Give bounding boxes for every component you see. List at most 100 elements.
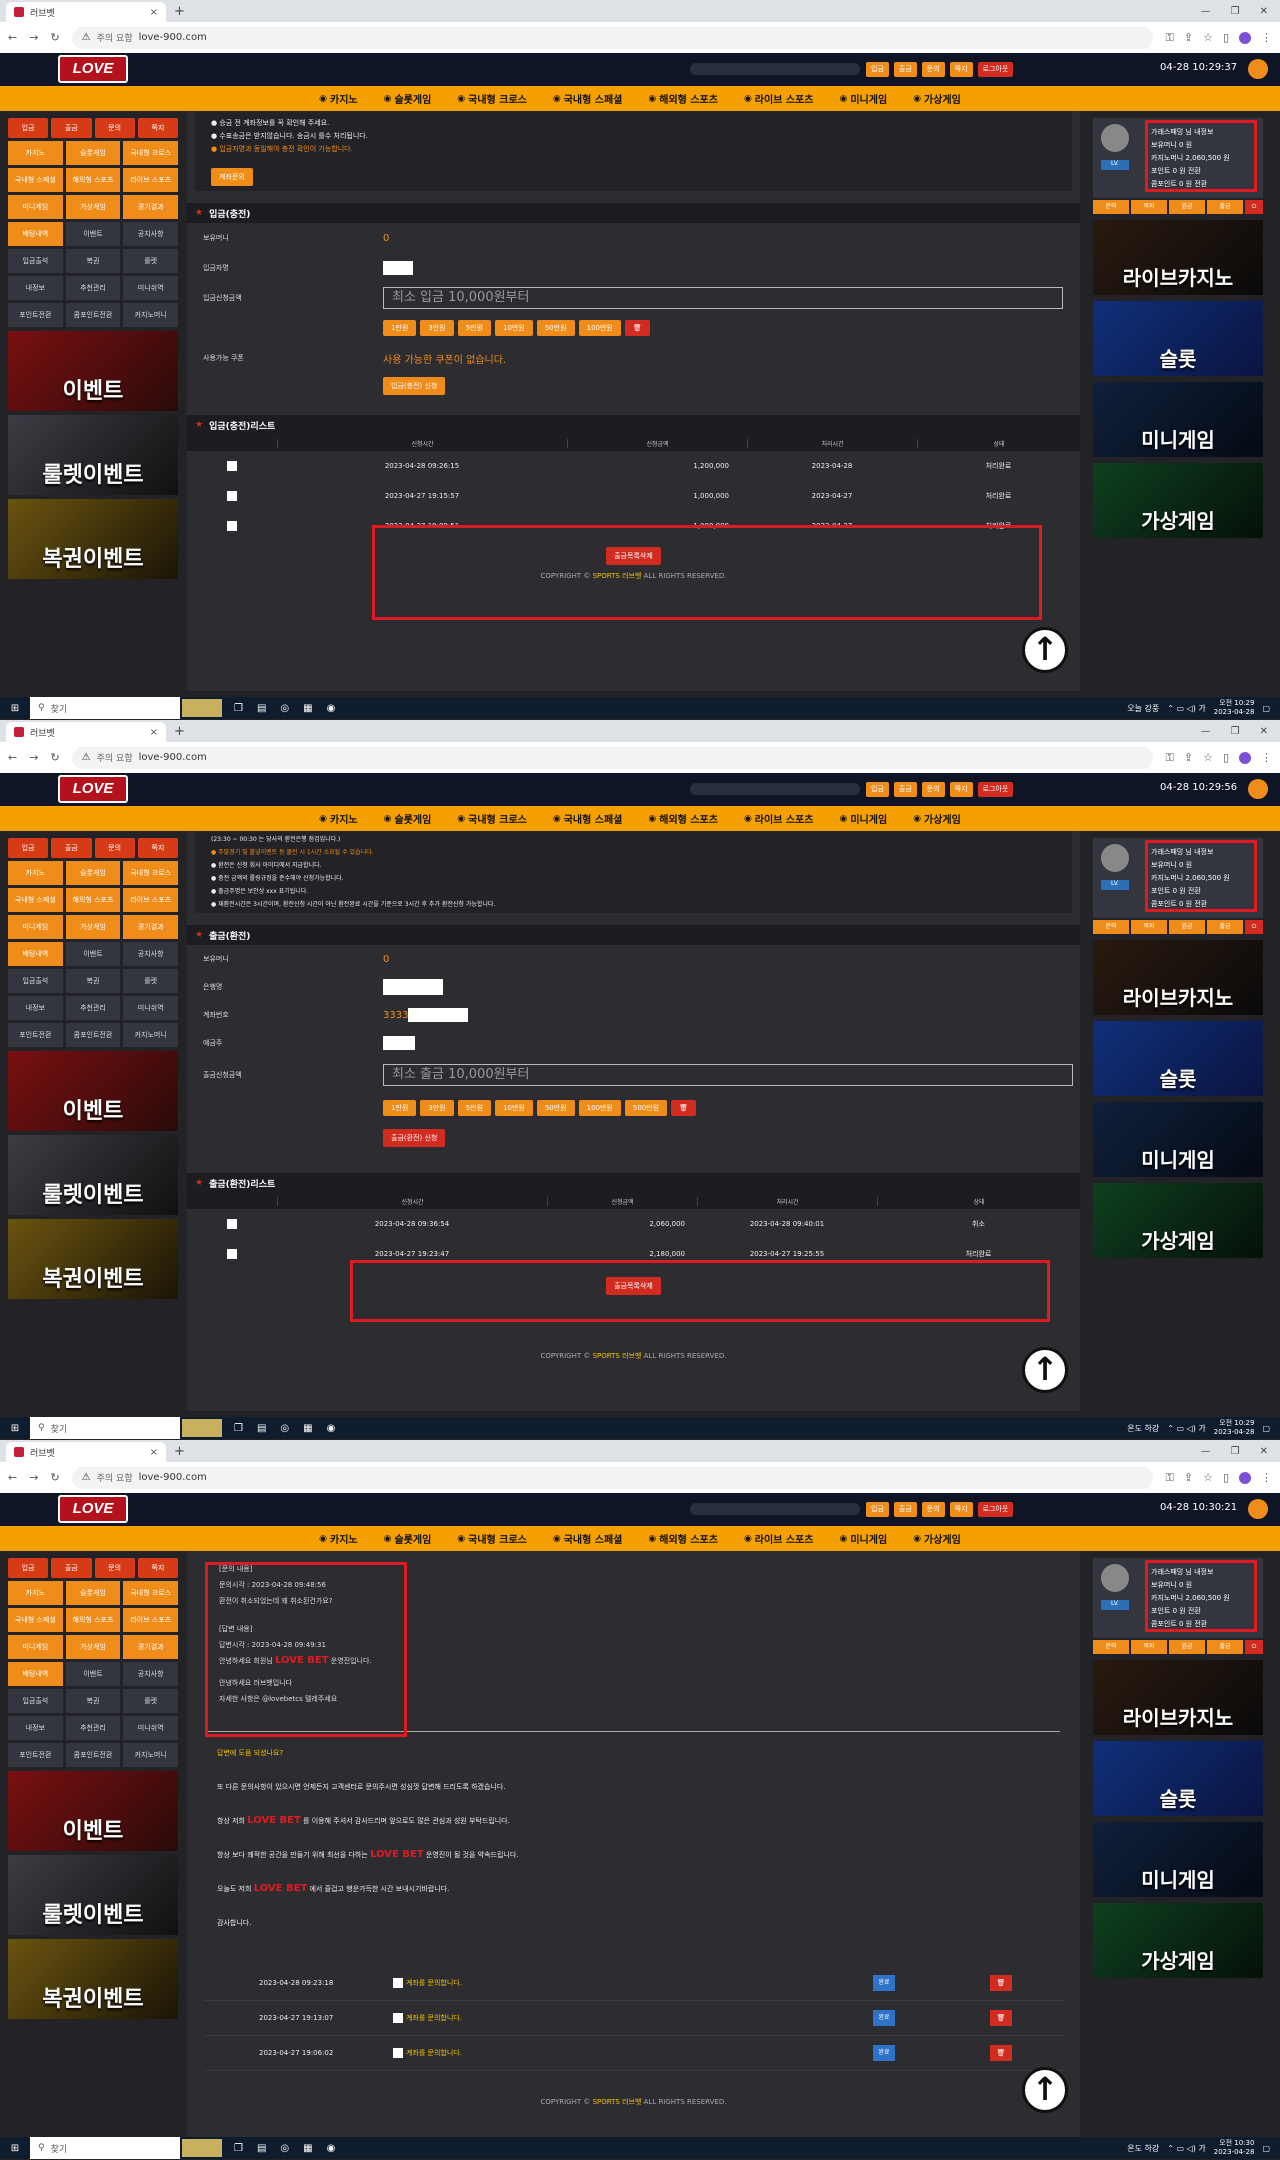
inquiry-checkbox[interactable] xyxy=(393,1978,403,1988)
header-button-2[interactable]: 문의 xyxy=(921,1502,945,1517)
user-button-1[interactable]: 쪽지 xyxy=(1131,920,1167,934)
windows-start-icon[interactable]: ⊞ xyxy=(0,703,30,714)
side-menu-item-3[interactable]: 국내형 스페셜 xyxy=(8,888,63,912)
new-tab-button[interactable]: + xyxy=(174,2,185,22)
key-icon[interactable]: ⚿ xyxy=(1165,751,1173,765)
power-icon[interactable]: ⏻ xyxy=(1245,1640,1263,1654)
side-menu-item-16[interactable]: 추천관리 xyxy=(65,1716,121,1740)
user-button-0[interactable]: 문의 xyxy=(1093,1640,1129,1654)
header-search-bar[interactable] xyxy=(690,63,860,75)
side-menu-item-19[interactable]: 콤포인트전환 xyxy=(65,1023,121,1047)
nav-item-6[interactable]: ◉ 미니게임 xyxy=(833,1531,893,1547)
bookmark-star-icon[interactable]: ☆ xyxy=(1203,751,1213,764)
inquiry-row[interactable]: 2023-04-28 09:23:18 계좌를 문의합니다. 완료 🗑 xyxy=(203,1966,1064,2001)
side-menu-item-2[interactable]: 국내형 크로스 xyxy=(123,1581,178,1605)
header-button-1[interactable]: 출금 xyxy=(893,62,917,77)
logout-button[interactable]: 로그아웃 xyxy=(977,62,1014,77)
game-banner-0[interactable]: 라이브카지노 xyxy=(1093,220,1263,295)
key-icon[interactable]: ⚿ xyxy=(1165,31,1173,45)
quick-button-0[interactable]: 입금 xyxy=(8,118,49,138)
user-button-3[interactable]: 출금 xyxy=(1207,200,1243,214)
amount-button-3[interactable]: 10만원 xyxy=(495,320,533,336)
task-view-icon[interactable]: ❐ xyxy=(234,703,243,714)
side-menu-item-0[interactable]: 카지노 xyxy=(8,1581,63,1605)
logout-button[interactable]: 로그아웃 xyxy=(977,782,1014,797)
explorer-icon[interactable]: ▤ xyxy=(257,1423,266,1434)
minimize-button[interactable]: — xyxy=(1201,6,1211,17)
header-button-1[interactable]: 출금 xyxy=(893,1502,917,1517)
power-icon[interactable]: ⏻ xyxy=(1245,920,1263,934)
delete-inquiry-icon[interactable]: 🗑 xyxy=(990,1975,1012,1991)
delete-inquiry-icon[interactable]: 🗑 xyxy=(990,2045,1012,2061)
explorer-icon[interactable]: ▤ xyxy=(257,703,266,714)
side-menu-item-15[interactable]: 내정보 xyxy=(8,276,63,300)
side-menu-item-8[interactable]: 경기결과 xyxy=(123,1635,178,1659)
nav-item-3[interactable]: ◉ 국내형 스페셜 xyxy=(547,811,629,827)
header-button-2[interactable]: 문의 xyxy=(921,782,945,797)
side-menu-item-9[interactable]: 배팅내역 xyxy=(8,222,63,246)
nav-item-1[interactable]: ◉ 슬롯게임 xyxy=(378,811,438,827)
inquiry-row[interactable]: 2023-04-27 19:13:07 계좌를 문의합니다. 완료 🗑 xyxy=(203,2001,1064,2036)
side-menu-item-6[interactable]: 미니게임 xyxy=(8,915,63,939)
forward-icon[interactable]: → xyxy=(29,1471,38,1484)
power-icon[interactable]: ⏻ xyxy=(1245,200,1263,214)
amount-button-4[interactable]: 50만원 xyxy=(536,1100,575,1116)
menu-dots-icon[interactable]: ⋮ xyxy=(1261,1471,1272,1484)
close-window-button[interactable]: ✕ xyxy=(1260,6,1268,17)
event-banner-1[interactable]: 룰렛이벤트 xyxy=(8,415,178,495)
side-menu-item-11[interactable]: 공지사항 xyxy=(123,942,178,966)
quick-button-1[interactable]: 출금 xyxy=(51,838,92,858)
maximize-button[interactable]: ❐ xyxy=(1231,1446,1240,1457)
row-checkbox[interactable] xyxy=(227,461,237,471)
share-icon[interactable]: ⇪ xyxy=(1184,1471,1193,1484)
share-icon[interactable]: ⇪ xyxy=(1184,31,1193,44)
game-banner-2[interactable]: 미니게임 xyxy=(1093,1822,1263,1897)
user-button-2[interactable]: 입금 xyxy=(1169,1640,1205,1654)
side-menu-item-12[interactable]: 입금출석 xyxy=(8,249,63,273)
side-menu-item-14[interactable]: 룰렛 xyxy=(123,1689,178,1713)
nav-item-0[interactable]: ◉ 카지노 xyxy=(313,91,363,107)
side-menu-item-10[interactable]: 이벤트 xyxy=(65,222,121,246)
side-menu-item-16[interactable]: 추천관리 xyxy=(65,276,121,300)
side-menu-item-20[interactable]: 카지노머니 xyxy=(123,1743,178,1767)
side-menu-item-12[interactable]: 입금출석 xyxy=(8,969,63,993)
profile-avatar[interactable] xyxy=(1239,1471,1251,1484)
side-menu-item-15[interactable]: 내정보 xyxy=(8,996,63,1020)
amount-button-2[interactable]: 5만원 xyxy=(457,1100,492,1116)
quick-button-2[interactable]: 문의 xyxy=(94,1558,135,1578)
side-menu-item-4[interactable]: 해외형 스포츠 xyxy=(65,888,121,912)
side-menu-item-18[interactable]: 포인트전환 xyxy=(8,1743,63,1767)
amount-button-1[interactable]: 3만원 xyxy=(420,320,454,336)
row-checkbox[interactable] xyxy=(227,491,237,501)
nav-item-2[interactable]: ◉ 국내형 크로스 xyxy=(451,1531,533,1547)
side-menu-item-11[interactable]: 공지사항 xyxy=(123,1662,178,1686)
chrome-icon[interactable]: ◎ xyxy=(280,1423,289,1434)
header-button-1[interactable]: 출금 xyxy=(893,782,917,797)
delete-inquiry-icon[interactable]: 🗑 xyxy=(990,2010,1012,2026)
header-search-bar[interactable] xyxy=(690,783,860,795)
new-tab-button[interactable]: + xyxy=(174,1442,185,1462)
reload-icon[interactable]: ↻ xyxy=(50,751,59,764)
side-menu-item-5[interactable]: 라이브 스포츠 xyxy=(123,168,178,192)
amount-button-3[interactable]: 10만원 xyxy=(495,1100,533,1116)
menu-dots-icon[interactable]: ⋮ xyxy=(1261,751,1272,764)
user-button-1[interactable]: 쪽지 xyxy=(1131,1640,1167,1654)
header-button-0[interactable]: 입금 xyxy=(866,782,889,797)
side-menu-item-13[interactable]: 복권 xyxy=(65,249,121,273)
side-menu-item-6[interactable]: 미니게임 xyxy=(8,195,63,219)
reload-icon[interactable]: ↻ xyxy=(50,31,59,44)
side-menu-item-6[interactable]: 미니게임 xyxy=(8,1635,63,1659)
maximize-button[interactable]: ❐ xyxy=(1231,726,1240,737)
url-field[interactable]: ⚠ 주의 요함 love-900.com xyxy=(71,26,1154,49)
side-menu-item-7[interactable]: 가상게임 xyxy=(65,1635,121,1659)
header-search-bar[interactable] xyxy=(690,1503,860,1515)
minimize-button[interactable]: — xyxy=(1201,726,1211,737)
logout-button[interactable]: 로그아웃 xyxy=(977,1502,1014,1517)
notification-icon[interactable]: ▢ xyxy=(1262,1424,1270,1433)
side-menu-item-1[interactable]: 슬롯게임 xyxy=(65,141,121,165)
nav-item-6[interactable]: ◉ 미니게임 xyxy=(833,91,893,107)
url-field[interactable]: ⚠ 주의 요함 love-900.com xyxy=(71,746,1154,769)
browser-tab[interactable]: 러브벳 × xyxy=(6,722,166,742)
header-button-3[interactable]: 쪽지 xyxy=(949,782,973,797)
nav-item-6[interactable]: ◉ 미니게임 xyxy=(833,811,893,827)
